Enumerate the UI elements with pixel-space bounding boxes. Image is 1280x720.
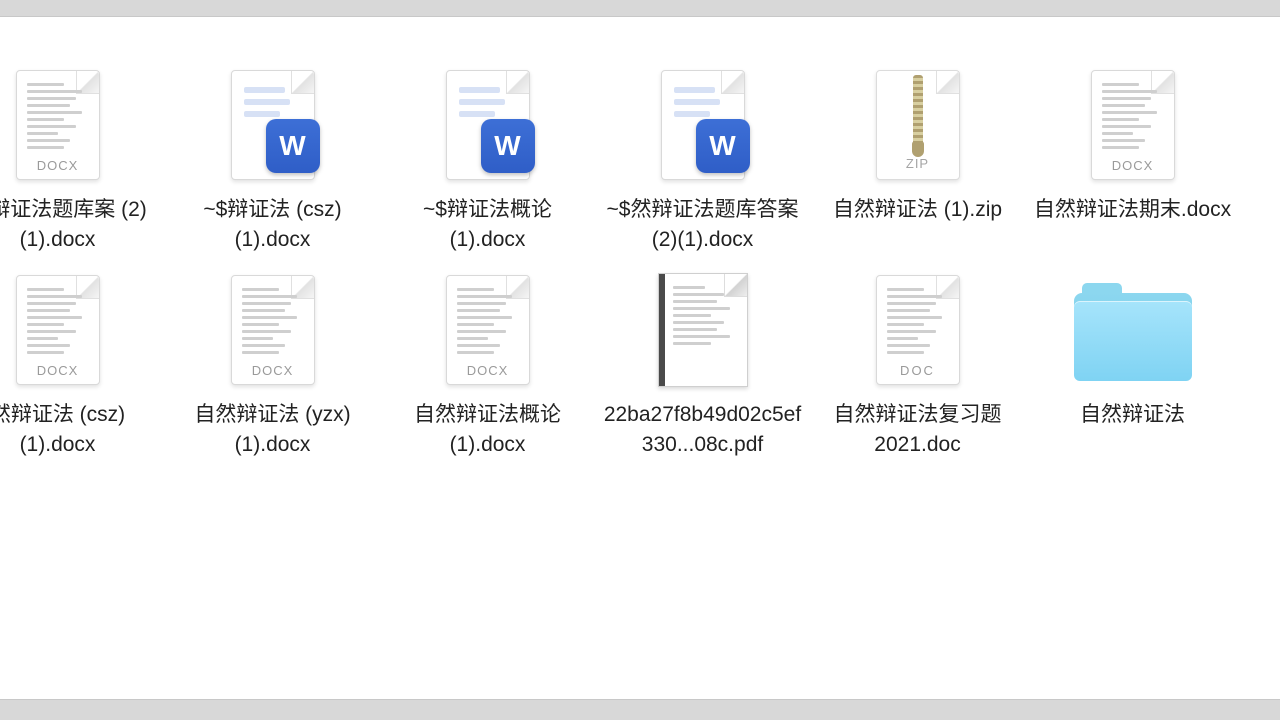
file-label: 自然辩证法复习题2021.doc xyxy=(818,400,1018,461)
finder-item[interactable]: DOCX 自然辩证法 (yzx)(1).docx xyxy=(165,270,380,461)
finder-icon-grid: DOCX 然辩证法题库案 (2)(1).docx~$辩证法 (csz)(1).do… xyxy=(0,17,1280,461)
finder-item[interactable]: 自然辩证法 xyxy=(1025,270,1240,461)
file-label: 然辩证法题库案 (2)(1).docx xyxy=(0,195,158,256)
zip-badge: ZIP xyxy=(906,156,929,171)
docx-badge: DOCX xyxy=(467,363,509,378)
finder-item[interactable]: DOC 自然辩证法复习题2021.doc xyxy=(810,270,1025,461)
file-icon: DOCX xyxy=(428,270,548,390)
file-icon xyxy=(213,65,333,185)
finder-item[interactable]: DOCX 自然辩证法概论(1).docx xyxy=(380,270,595,461)
finder-item[interactable]: ~$辩证法概论(1).docx xyxy=(380,65,595,256)
file-label: ~$然辩证法题库答案 (2)(1).docx xyxy=(603,195,803,256)
docx-badge: DOCX xyxy=(252,363,294,378)
finder-item[interactable]: DOCX 然辩证法题库案 (2)(1).docx xyxy=(0,65,165,256)
file-icon: DOCX xyxy=(1073,65,1193,185)
docx-badge: DOCX xyxy=(37,158,79,173)
file-label: 自然辩证法概论(1).docx xyxy=(388,400,588,461)
file-label: 自然辩证法 (yzx)(1).docx xyxy=(173,400,373,461)
word-app-icon xyxy=(266,119,320,173)
file-icon: DOC xyxy=(858,270,978,390)
file-icon: DOCX xyxy=(0,270,118,390)
finder-window: DOCX 然辩证法题库案 (2)(1).docx~$辩证法 (csz)(1).do… xyxy=(0,16,1280,700)
file-icon: ZIP xyxy=(858,65,978,185)
word-app-icon xyxy=(481,119,535,173)
docx-badge: DOCX xyxy=(1112,158,1154,173)
file-icon xyxy=(643,65,763,185)
file-icon xyxy=(643,270,763,390)
file-icon xyxy=(428,65,548,185)
file-label: 自然辩证法 (1).zip xyxy=(818,195,1018,225)
file-label: 自然辩证法期末.docx xyxy=(1033,195,1233,225)
file-label: 然辩证法 (csz)(1).docx xyxy=(0,400,158,461)
file-icon: DOCX xyxy=(213,270,333,390)
finder-item[interactable]: ~$辩证法 (csz)(1).docx xyxy=(165,65,380,256)
zipper-icon xyxy=(913,75,923,147)
finder-item[interactable]: DOCX 自然辩证法期末.docx xyxy=(1025,65,1240,256)
finder-item[interactable]: ZIP 自然辩证法 (1).zip xyxy=(810,65,1025,256)
file-label: ~$辩证法概论(1).docx xyxy=(388,195,588,256)
file-label: ~$辩证法 (csz)(1).docx xyxy=(173,195,373,256)
finder-item[interactable]: 22ba27f8b49d02c5ef330...08c.pdf xyxy=(595,270,810,461)
file-label: 自然辩证法 xyxy=(1033,400,1233,430)
docx-badge: DOCX xyxy=(37,363,79,378)
folder-icon xyxy=(1073,270,1193,390)
file-icon: DOCX xyxy=(0,65,118,185)
file-label: 22ba27f8b49d02c5ef330...08c.pdf xyxy=(603,400,803,461)
doc-badge: DOC xyxy=(900,363,935,378)
word-app-icon xyxy=(696,119,750,173)
finder-item[interactable]: ~$然辩证法题库答案 (2)(1).docx xyxy=(595,65,810,256)
finder-item[interactable]: DOCX 然辩证法 (csz)(1).docx xyxy=(0,270,165,461)
